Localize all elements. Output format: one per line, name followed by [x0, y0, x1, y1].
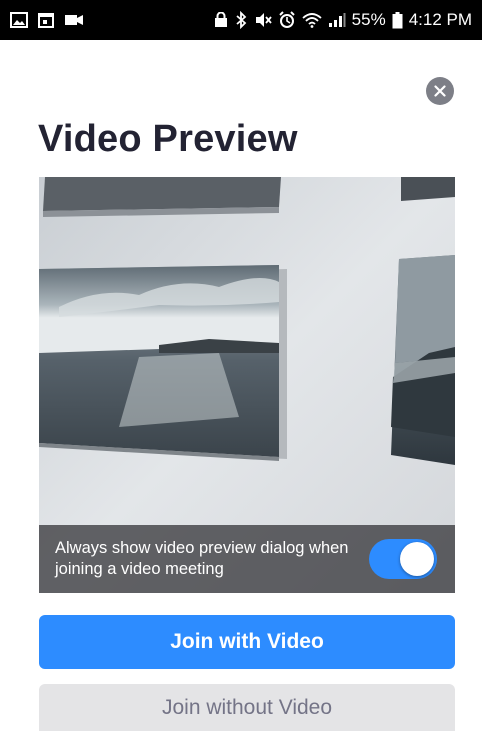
wifi-icon [302, 12, 322, 28]
video-camera-icon [64, 13, 84, 27]
close-icon [434, 85, 446, 97]
status-bar: 55% 4:12 PM [0, 0, 482, 40]
always-show-preview-label: Always show video preview dialog when jo… [55, 539, 349, 578]
calendar-icon [38, 12, 54, 28]
join-without-video-button[interactable]: Join without Video [39, 684, 455, 731]
image-icon [10, 12, 28, 28]
bluetooth-icon [234, 11, 248, 29]
alarm-icon [278, 11, 296, 29]
battery-percent: 55% [351, 10, 386, 29]
close-button[interactable] [426, 77, 454, 105]
signal-icon [328, 12, 346, 28]
mute-icon [254, 12, 272, 28]
join-with-video-button[interactable]: Join with Video [39, 615, 455, 669]
notification-icons [10, 12, 84, 28]
battery-icon [392, 11, 403, 29]
clock-time: 4:12 PM [408, 10, 472, 29]
always-show-preview-toggle[interactable] [369, 539, 437, 579]
toggle-knob [400, 542, 434, 576]
lock-icon [214, 12, 228, 28]
system-status: 55% 4:12 PM [214, 10, 472, 30]
camera-preview: Always show video preview dialog when jo… [39, 177, 455, 593]
preview-option-bar: Always show video preview dialog when jo… [39, 525, 455, 593]
page-title: Video Preview [38, 118, 298, 160]
